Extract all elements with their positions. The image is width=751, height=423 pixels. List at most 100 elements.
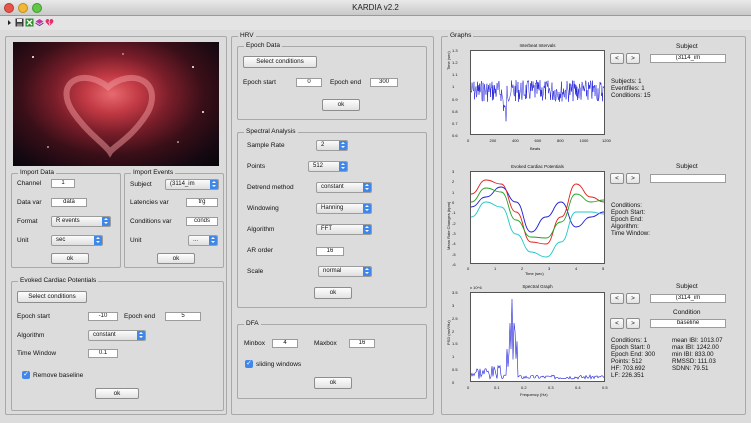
- ecp-subject-label: Subject: [676, 163, 698, 170]
- time-window-field[interactable]: 0.1: [88, 349, 118, 358]
- ibi-y-tick-label: 1: [452, 84, 455, 90]
- ecp-y-tick-label: -2: [452, 220, 456, 226]
- ibi-x-tick-label: 0: [467, 138, 470, 143]
- points-select[interactable]: 512: [308, 161, 348, 172]
- hrv-epoch-end-label: Epoch end: [330, 79, 362, 86]
- ecp-algorithm-label: Algorithm: [17, 332, 45, 339]
- ecp-series-line: [471, 187, 604, 239]
- ecp-x-tick-label: 1: [494, 266, 497, 271]
- ecp-algorithm-select[interactable]: constant: [88, 330, 146, 341]
- algorithm-select[interactable]: FFT: [316, 224, 372, 235]
- save-icon[interactable]: [15, 18, 24, 27]
- ecp-y-tick-label: 0: [452, 200, 455, 205]
- ecp-subject-field[interactable]: [650, 174, 726, 183]
- ecp-x-tick-label: 4: [575, 266, 578, 271]
- spectral-condition-next-button[interactable]: >: [626, 318, 640, 329]
- hrv-epoch-start-field[interactable]: 0: [296, 78, 322, 87]
- window-title: KARDIA v2.2: [352, 3, 399, 12]
- events-unit-label: Unit: [130, 237, 142, 244]
- spectral-x-tick-label: 0.1: [494, 385, 500, 390]
- popup-arrows-icon: [137, 331, 145, 340]
- ecp-y-tick-label: 2: [452, 179, 455, 185]
- hrv-select-conditions-button[interactable]: Select conditions: [243, 56, 317, 68]
- ecp-next-button[interactable]: >: [626, 173, 640, 184]
- ecp-x-tick-label: 3: [548, 266, 551, 271]
- channel-label: Channel: [17, 180, 42, 187]
- ibi-info: Subjects: 1 Eventfiles: 1 Conditions: 15: [611, 78, 651, 99]
- spectral-subject-field[interactable]: (3114_im: [650, 294, 726, 303]
- arrow-icon[interactable]: [6, 18, 15, 27]
- format-label: Format: [17, 218, 38, 225]
- ecp-title: Evoked Cardiac Potentials: [18, 277, 99, 284]
- subject-select[interactable]: (3114_im: [165, 179, 219, 190]
- dfa-ok-button[interactable]: ok: [314, 377, 352, 389]
- ibi-subject-label: Subject: [676, 43, 698, 50]
- ecp-epoch-start-field[interactable]: -10: [88, 312, 118, 321]
- spectral-subject-next-button[interactable]: >: [626, 293, 640, 304]
- ecp-epoch-end-field[interactable]: 5: [165, 312, 201, 321]
- points-value: 512: [313, 163, 324, 169]
- popup-arrows-icon: [209, 236, 217, 245]
- ecp-prev-button[interactable]: <: [610, 173, 624, 184]
- popup-arrows-icon: [363, 225, 371, 234]
- spectral-y-tick-label: 2: [452, 328, 455, 334]
- scale-label: Scale: [247, 268, 264, 275]
- import-data-ok-button[interactable]: ok: [51, 253, 89, 264]
- import-data-title: Import Data: [18, 169, 56, 176]
- scale-select[interactable]: normal: [318, 266, 372, 277]
- ecp-ok-button[interactable]: ok: [95, 388, 139, 399]
- channel-field[interactable]: 1: [51, 179, 75, 188]
- spectral-exponent: x 10^6: [470, 285, 482, 290]
- windowing-select[interactable]: Hanning: [316, 203, 372, 214]
- spectral-subject-prev-button[interactable]: <: [610, 293, 624, 304]
- unit-select[interactable]: sec: [51, 235, 103, 246]
- popup-arrows-icon: [94, 236, 102, 245]
- detrend-select[interactable]: constant: [316, 182, 372, 193]
- sliding-windows-checkbox[interactable]: ✓: [245, 360, 253, 368]
- latencies-var-field[interactable]: trg: [186, 198, 218, 207]
- ibi-prev-button[interactable]: <: [610, 53, 624, 64]
- ecp-info: Conditions: Epoch Start: Epoch End: Algo…: [611, 202, 650, 237]
- ecp-y-tick-label: 1: [452, 189, 455, 195]
- ibi-series-line: [471, 79, 604, 122]
- broken-heart-icon[interactable]: [45, 18, 54, 27]
- format-select[interactable]: R events: [51, 216, 111, 227]
- graphs-title: Graphs: [448, 32, 474, 39]
- spectral-ok-button[interactable]: ok: [314, 287, 352, 299]
- conditions-var-field[interactable]: conds: [186, 217, 218, 226]
- ibi-next-button[interactable]: >: [626, 53, 640, 64]
- events-unit-select-value: ...: [193, 237, 199, 243]
- layers-icon[interactable]: [35, 18, 44, 27]
- minbox-label: Minbox: [244, 340, 265, 347]
- ecp-epoch-end-label: Epoch end: [124, 313, 156, 320]
- hrv-epoch-end-field[interactable]: 300: [370, 78, 398, 87]
- spectral-subject-label: Subject: [676, 283, 698, 290]
- ibi-x-tick-label: 800: [557, 138, 564, 143]
- points-label: Points: [247, 163, 266, 170]
- ibi-subject-field[interactable]: (3114_im: [650, 54, 726, 63]
- events-unit-select[interactable]: ...: [188, 235, 218, 246]
- spectral-trace: [471, 298, 604, 380]
- detrend-value: constant: [321, 184, 344, 190]
- remove-baseline-checkbox[interactable]: ✓: [22, 371, 30, 379]
- ar-order-field[interactable]: 16: [316, 247, 344, 256]
- data-var-field[interactable]: data: [51, 198, 87, 207]
- sample-rate-select[interactable]: 2: [316, 140, 348, 151]
- spectral-condition-prev-button[interactable]: <: [610, 318, 624, 329]
- ibi-x-tick-label: 400: [512, 138, 519, 143]
- remove-baseline-label: Remove baseline: [33, 372, 84, 379]
- maxbox-field[interactable]: 16: [349, 339, 375, 348]
- import-events-ok-button[interactable]: ok: [157, 253, 195, 264]
- ibi-x-tick-label: 1200: [602, 138, 611, 143]
- ecp-plot-title: Evoked Cardiac Potentials: [511, 164, 564, 169]
- ecp-plot: [470, 171, 605, 264]
- minbox-field[interactable]: 4: [272, 339, 298, 348]
- ecp-select-conditions-button[interactable]: Select conditions: [17, 291, 87, 303]
- spectral-y-tick-label: 3: [452, 302, 455, 308]
- spectral-y-tick-label: 1: [452, 354, 455, 360]
- spectral-y-tick-label: 2.5: [452, 315, 458, 321]
- epoch-ok-button[interactable]: ok: [322, 99, 360, 111]
- spectral-analysis-title: Spectral Analysis: [244, 128, 298, 135]
- excel-icon[interactable]: [25, 18, 34, 27]
- spectral-condition-field[interactable]: baseline: [650, 319, 726, 328]
